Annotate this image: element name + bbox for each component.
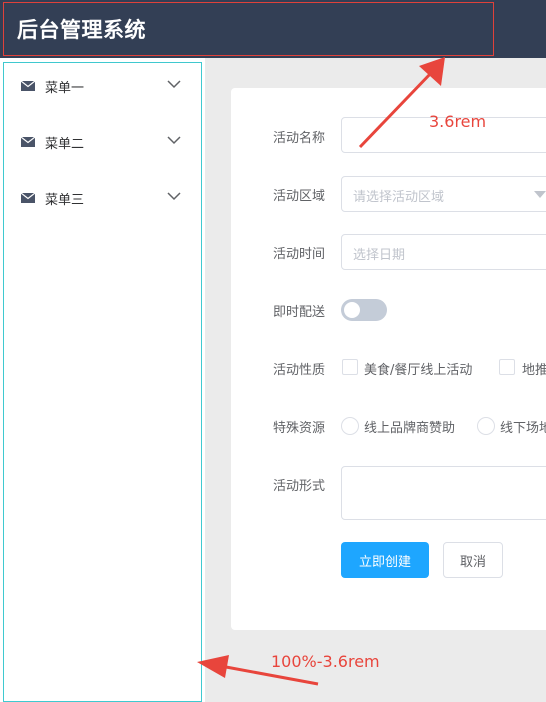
type-option-label: 美食/餐厅线上活动 bbox=[364, 363, 473, 378]
chevron-down-icon bbox=[167, 192, 181, 201]
activity-type-label: 活动性质 bbox=[273, 363, 326, 378]
activity-date-picker[interactable]: 选择日期 bbox=[341, 234, 546, 270]
type-checkbox-ground[interactable] bbox=[499, 359, 515, 375]
resource-option-label: 线下场地 bbox=[500, 421, 546, 436]
cancel-button[interactable]: 取消 bbox=[443, 542, 503, 578]
region-placeholder: 请选择活动区域 bbox=[353, 190, 445, 205]
instant-delivery-label: 即时配送 bbox=[273, 305, 326, 320]
sidebar-item-label: 菜单一 bbox=[45, 81, 85, 96]
mail-icon bbox=[21, 81, 35, 91]
sidebar-item-menu-1[interactable]: 菜单一 bbox=[3, 65, 202, 105]
resource-option-label: 线上品牌商赞助 bbox=[364, 421, 456, 436]
mail-icon bbox=[21, 137, 35, 147]
chevron-down-icon bbox=[167, 80, 181, 89]
special-resource-label: 特殊资源 bbox=[273, 421, 326, 436]
toggle-knob bbox=[344, 302, 360, 318]
sidebar-height-annotation: 100%-3.6rem bbox=[271, 652, 380, 671]
activity-region-label: 活动区域 bbox=[273, 189, 326, 204]
caret-down-icon bbox=[534, 191, 546, 198]
type-option-label: 地推 bbox=[522, 363, 546, 378]
resource-radio-online[interactable] bbox=[341, 417, 359, 435]
mail-icon bbox=[21, 193, 35, 203]
activity-region-select[interactable]: 请选择活动区域 bbox=[341, 176, 546, 212]
activity-time-label: 活动时间 bbox=[273, 247, 326, 262]
sidebar-item-menu-2[interactable]: 菜单二 bbox=[3, 121, 202, 161]
header-highlight-box bbox=[3, 2, 494, 56]
sidebar-item-label: 菜单三 bbox=[45, 193, 85, 208]
activity-name-label: 活动名称 bbox=[273, 131, 326, 146]
type-checkbox-food[interactable] bbox=[342, 359, 358, 375]
sidebar-item-label: 菜单二 bbox=[45, 137, 85, 152]
instant-delivery-toggle[interactable] bbox=[341, 299, 387, 321]
chevron-down-icon bbox=[167, 136, 181, 145]
create-button[interactable]: 立即创建 bbox=[341, 542, 429, 578]
activity-form-label: 活动形式 bbox=[273, 479, 326, 494]
date-placeholder: 选择日期 bbox=[353, 248, 406, 263]
sidebar-item-menu-3[interactable]: 菜单三 bbox=[3, 177, 202, 217]
resource-radio-offline[interactable] bbox=[477, 417, 495, 435]
header-height-annotation: 3.6rem bbox=[429, 112, 487, 131]
activity-form-textarea[interactable] bbox=[341, 466, 546, 520]
